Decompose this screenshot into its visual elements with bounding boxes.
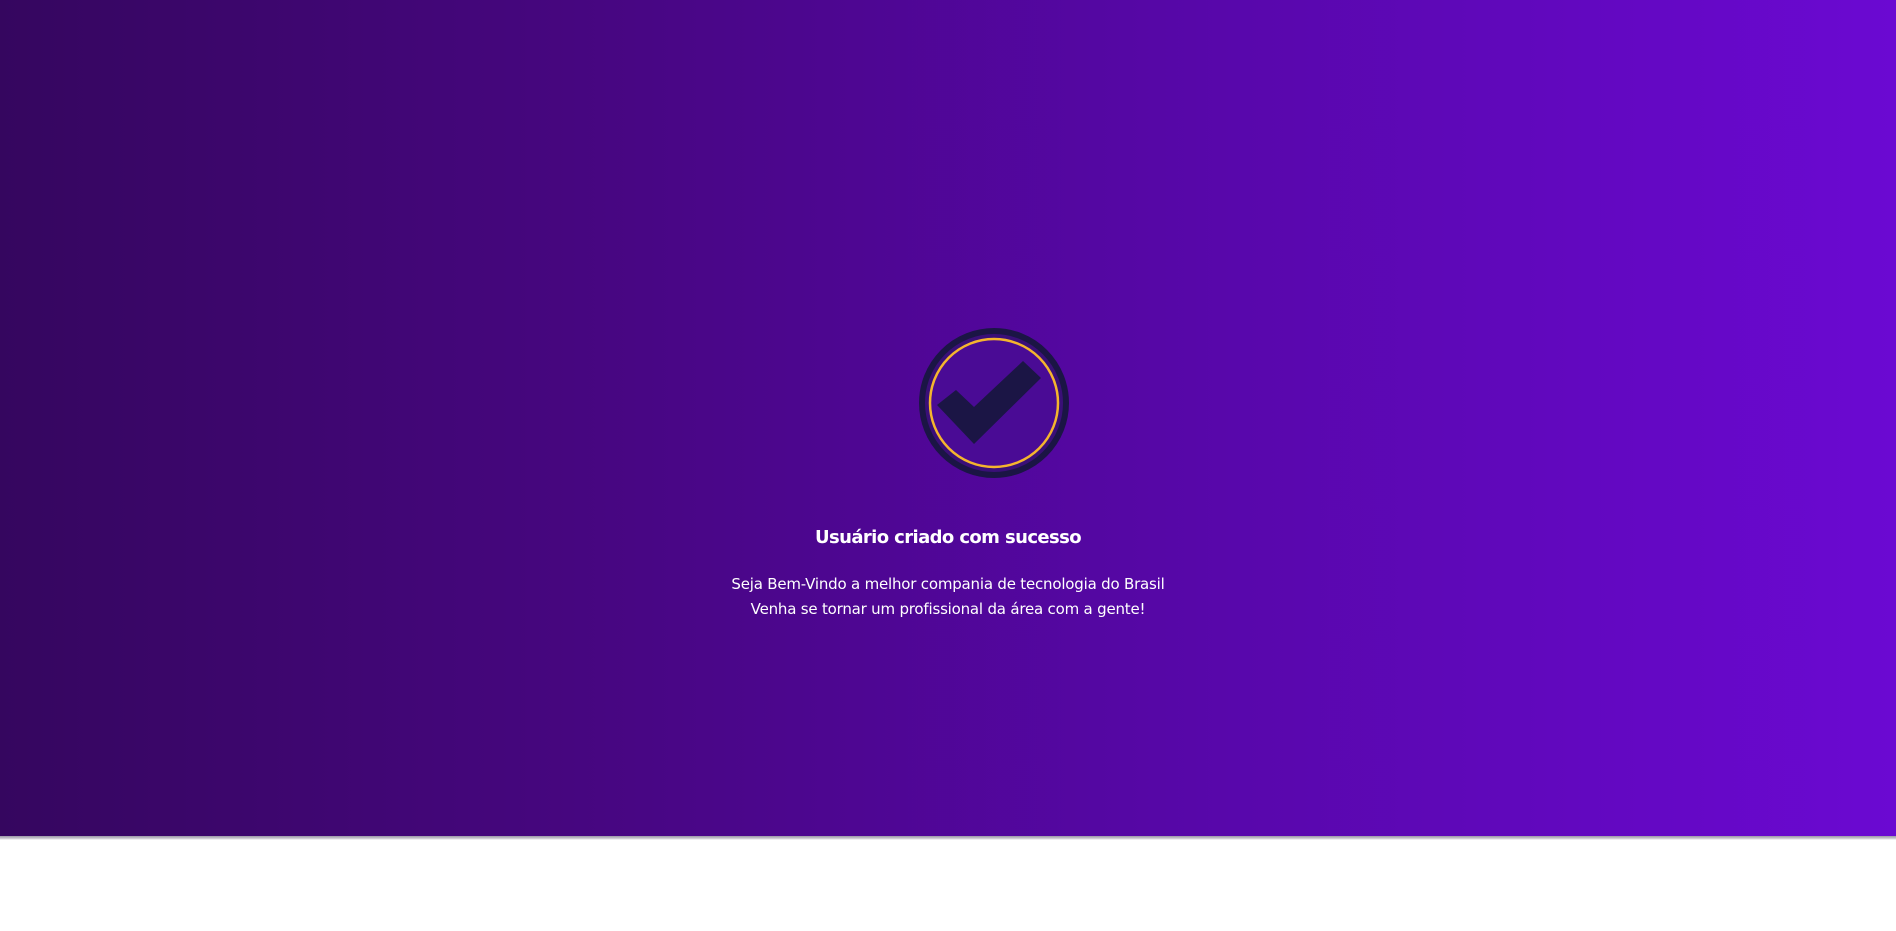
banner-divider [0,836,1896,840]
success-message-line1: Seja Bem-Vindo a melhor compania de tecn… [731,575,1165,593]
success-title: Usuário criado com sucesso [814,527,1082,548]
check-circle-icon [919,328,1069,478]
success-content: Usuário criado com sucesso Seja Bem-Vind… [0,0,1896,836]
success-message-line2: Venha se tornar um profissional da área … [750,600,1146,618]
